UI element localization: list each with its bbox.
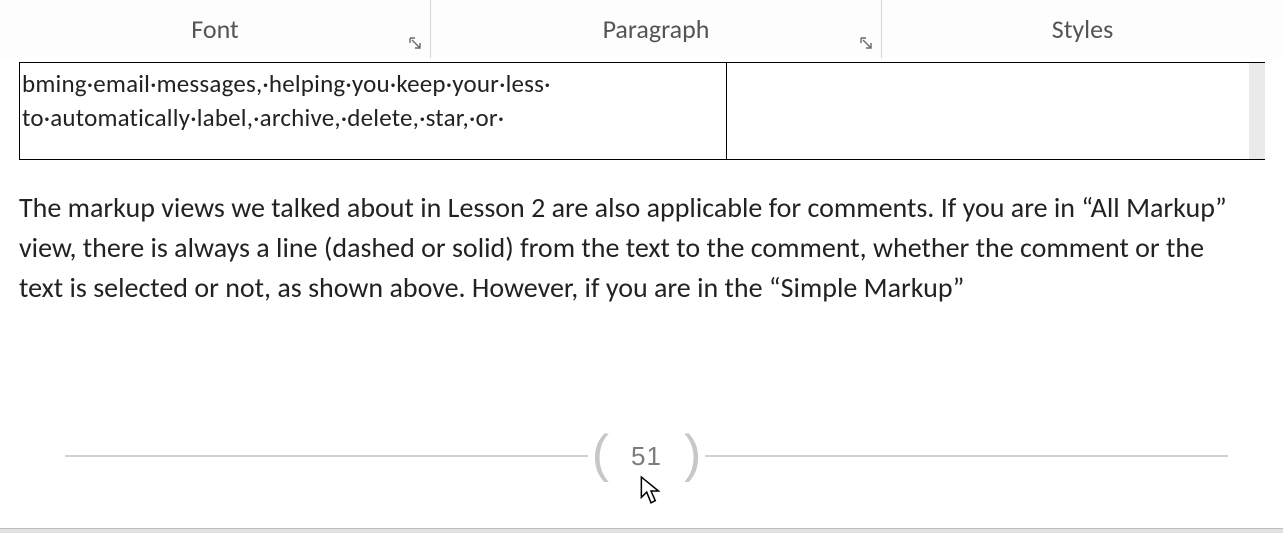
table-cell-right[interactable] <box>727 63 1264 159</box>
ribbon-group-font: Font <box>0 0 431 58</box>
paragraph-dialog-launcher[interactable] <box>857 34 875 52</box>
body-paragraph[interactable]: The markup views we talked about in Less… <box>19 188 1229 307</box>
page-bottom-edge <box>0 528 1283 533</box>
document-page: bming·email·messages,·helping·you·keep·y… <box>0 58 1283 533</box>
table-cell-left[interactable]: bming·email·messages,·helping·you·keep·y… <box>20 63 726 159</box>
page-number: 51 <box>613 441 680 472</box>
dialog-launcher-icon <box>859 36 873 50</box>
ribbon-group-styles: Styles <box>882 0 1283 58</box>
table-cell-line-2: to·automatically·label,·archive,·delete,… <box>22 101 718 135</box>
ribbon-group-styles-label: Styles <box>1052 13 1114 45</box>
page-number-rule-left <box>65 455 588 457</box>
ribbon-group-font-label: Font <box>191 13 238 45</box>
font-dialog-launcher[interactable] <box>406 34 424 52</box>
dialog-launcher-icon <box>408 36 422 50</box>
page-number-rule-right <box>705 455 1228 457</box>
table-cell-line-1: bming·email·messages,·helping·you·keep·y… <box>22 67 718 101</box>
page-number-ornament: 51 <box>65 436 1228 476</box>
ribbon-group-paragraph: Paragraph <box>431 0 882 58</box>
table-cell-right-margin <box>1249 63 1265 159</box>
table-cell-frame[interactable]: bming·email·messages,·helping·you·keep·y… <box>19 62 1265 160</box>
document-area[interactable]: bming·email·messages,·helping·you·keep·y… <box>0 58 1283 534</box>
mouse-cursor-icon <box>640 476 662 506</box>
ribbon-group-labels: Font Paragraph Styles <box>0 0 1283 59</box>
ribbon-group-paragraph-label: Paragraph <box>603 13 710 45</box>
